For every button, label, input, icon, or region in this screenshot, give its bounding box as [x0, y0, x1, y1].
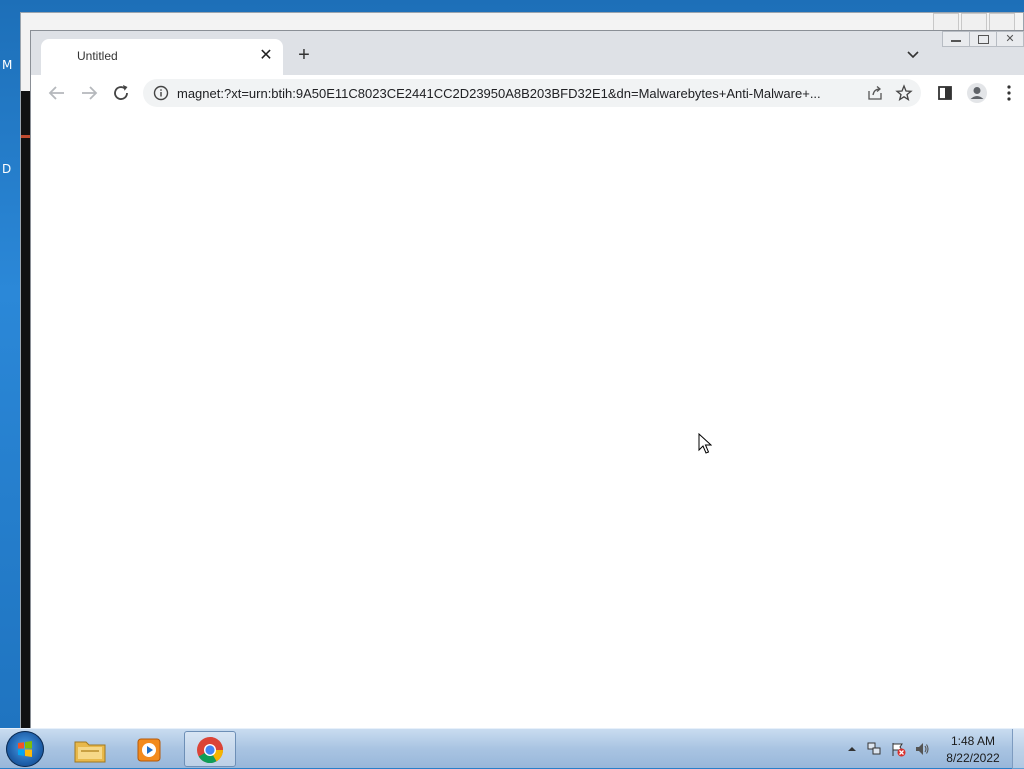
desktop-icon-label[interactable]: D	[2, 162, 11, 176]
close-button[interactable]	[989, 13, 1015, 31]
volume-icon[interactable]	[914, 741, 930, 757]
show-desktop-button[interactable]	[1012, 729, 1024, 769]
start-button[interactable]	[6, 731, 44, 767]
address-bar[interactable]: magnet:?xt=urn:btih:9A50E11C8023CE2441CC…	[143, 79, 921, 107]
clock-time[interactable]: 1:48 AM	[936, 734, 1010, 748]
more-menu-icon[interactable]	[997, 81, 1021, 105]
taskbar-windows-explorer[interactable]	[64, 731, 116, 767]
tab-close-icon[interactable]: ✕	[257, 47, 275, 65]
tab-untitled[interactable]: Untitled ✕	[41, 39, 283, 75]
media-player-icon	[137, 738, 161, 762]
forward-arrow-icon[interactable]	[77, 81, 101, 105]
network-icon[interactable]	[866, 741, 882, 757]
show-hidden-icons-icon[interactable]	[844, 741, 860, 757]
browser-toolbar: magnet:?xt=urn:btih:9A50E11C8023CE2441CC…	[31, 75, 1024, 112]
window-caption-buttons	[942, 31, 1024, 49]
back-arrow-icon[interactable]	[45, 81, 69, 105]
windows-logo-icon	[18, 741, 32, 757]
url-text[interactable]: magnet:?xt=urn:btih:9A50E11C8023CE2441CC…	[177, 86, 857, 101]
minimize-button[interactable]	[933, 13, 959, 31]
tab-title: Untitled	[77, 49, 118, 63]
action-center-flag-icon[interactable]	[890, 741, 906, 757]
maximize-button[interactable]	[961, 13, 987, 31]
maximize-button[interactable]	[969, 31, 997, 47]
desktop-icon-label[interactable]: M	[2, 58, 12, 72]
chrome-icon	[197, 737, 224, 764]
new-tab-button[interactable]: +	[293, 45, 315, 67]
profile-avatar-icon[interactable]	[965, 81, 989, 105]
taskbar-media-player[interactable]	[124, 731, 176, 767]
tab-strip: Untitled ✕ +	[31, 31, 1024, 75]
bookmark-star-icon[interactable]	[895, 84, 913, 102]
chrome-window: Untitled ✕ + magnet	[30, 30, 1024, 729]
page-content[interactable]	[31, 111, 1024, 729]
reload-icon[interactable]	[109, 81, 133, 105]
mouse-cursor-icon	[698, 433, 712, 454]
folder-icon	[74, 741, 106, 763]
site-info-icon[interactable]	[153, 85, 169, 101]
taskbar: 1:48 AM 8/22/2022	[0, 728, 1024, 769]
close-button[interactable]	[996, 31, 1024, 47]
taskbar-google-chrome[interactable]	[184, 731, 236, 767]
clock-date[interactable]: 8/22/2022	[936, 751, 1010, 765]
side-panel-icon[interactable]	[933, 81, 957, 105]
tab-search-chevron-icon[interactable]	[906, 47, 920, 61]
minimize-button[interactable]	[942, 31, 970, 47]
share-icon[interactable]	[867, 85, 883, 101]
